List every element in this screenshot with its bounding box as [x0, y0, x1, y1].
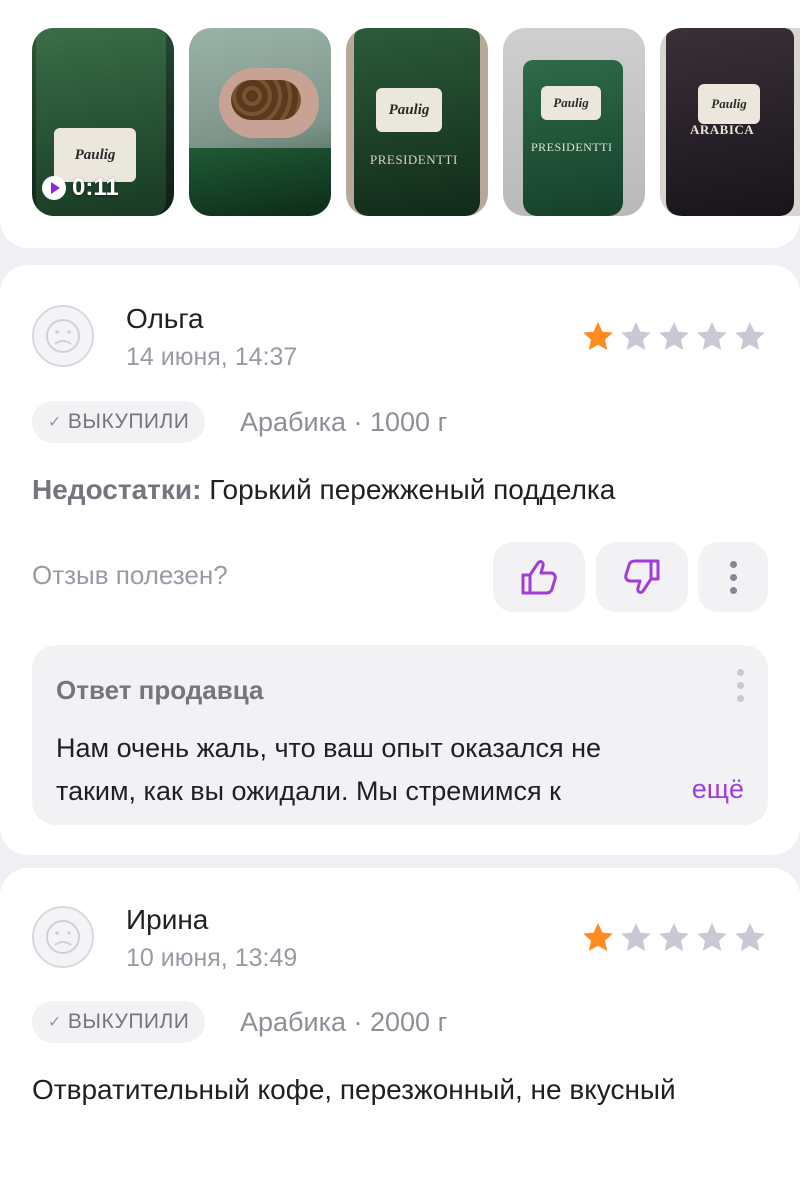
- sad-face-icon: [46, 319, 80, 353]
- dislike-button[interactable]: [596, 542, 688, 612]
- review-date: 14 июня, 14:37: [126, 343, 298, 371]
- star-icon: [735, 923, 765, 951]
- beans-image: [231, 80, 301, 120]
- brand-label: Paulig: [541, 86, 601, 120]
- star-icon: [659, 322, 689, 350]
- product-variant: Арабика · 2000 г: [240, 1007, 448, 1037]
- review-author: Ольга: [126, 303, 204, 334]
- review-author: Ирина: [126, 904, 209, 935]
- check-icon: ✓: [48, 1014, 62, 1031]
- rating-stars: [580, 920, 768, 956]
- rating-stars: [580, 319, 768, 355]
- seller-reply-menu-button[interactable]: [737, 669, 744, 702]
- star-icon: [659, 923, 689, 951]
- sad-face-icon: [46, 920, 80, 954]
- media-thumb-photo[interactable]: Paulig PRESIDENTTI: [503, 28, 645, 216]
- product-variant: Арабика · 1000 г: [240, 407, 448, 437]
- dot: [729, 560, 737, 568]
- brand-label: Paulig: [376, 88, 442, 132]
- dot: [737, 669, 744, 676]
- star-icon: [621, 322, 651, 350]
- open-bag-image: [189, 148, 331, 216]
- play-icon: [42, 176, 66, 200]
- star-icon: [697, 923, 727, 951]
- avatar: [32, 906, 94, 968]
- like-button[interactable]: [493, 542, 585, 612]
- review-text: Недостатки: Горький пережженый подделка: [32, 468, 615, 511]
- dot: [729, 586, 737, 594]
- helpful-question: Отзыв полезен?: [32, 560, 228, 590]
- seller-reply-line: Нам очень жаль, что ваш опыт оказался не: [56, 733, 602, 763]
- review-text-body: Горький пережженый подделка: [209, 474, 616, 505]
- coffee-bag-image: [523, 60, 623, 216]
- video-duration: 0:11: [72, 174, 119, 201]
- product-caption: ARABICA: [690, 122, 755, 137]
- seller-reply-title: Ответ продавца: [56, 675, 264, 705]
- brand-label: Paulig: [698, 84, 760, 124]
- dot: [737, 682, 744, 689]
- product-caption: PRESIDENTTI: [370, 152, 458, 167]
- media-thumb-photo[interactable]: [189, 28, 331, 216]
- star-icon: [621, 923, 651, 951]
- review-card: Ирина 10 июня, 13:49 ✓ ВЫКУПИЛИ Арабика …: [0, 868, 800, 1184]
- media-thumb-photo[interactable]: Paulig ARABICA: [660, 28, 800, 216]
- review-card: Ольга 14 июня, 14:37 ✓ ВЫКУПИЛИ Арабика …: [0, 265, 800, 855]
- video-duration-badge: 0:11: [42, 174, 119, 202]
- seller-reply-line: таким, как вы ожидали. Мы стремимся к: [56, 776, 561, 807]
- star-icon: [735, 322, 765, 350]
- purchased-badge: ✓ ВЫКУПИЛИ: [32, 401, 206, 443]
- purchased-badge-label: ВЫКУПИЛИ: [67, 1010, 190, 1033]
- review-date: 10 июня, 13:49: [126, 944, 298, 972]
- review-text-label: Недостатки:: [32, 474, 202, 505]
- product-caption: PRESIDENTTI: [531, 140, 613, 154]
- thumbs-down-icon: [624, 559, 660, 594]
- purchased-badge: ✓ ВЫКУПИЛИ: [32, 1001, 206, 1043]
- review-text: Отвратительный кофе, перезжонный, не вку…: [32, 1074, 676, 1105]
- show-more-link[interactable]: ещё: [692, 774, 744, 805]
- star-icon: [697, 322, 727, 350]
- star-icon: [583, 322, 613, 350]
- star-icon: [583, 923, 613, 951]
- dot: [729, 573, 737, 581]
- media-gallery: Paulig 0:11 Paulig PRESIDENTTI Paulig PR…: [0, 0, 800, 248]
- more-options-button[interactable]: [698, 542, 768, 612]
- thumbs-up-icon: [521, 560, 557, 595]
- media-thumb-photo[interactable]: Paulig PRESIDENTTI: [346, 28, 488, 216]
- avatar: [32, 305, 94, 367]
- purchased-badge-label: ВЫКУПИЛИ: [67, 410, 190, 433]
- check-icon: ✓: [48, 414, 62, 431]
- seller-reply: Ответ продавца Нам очень жаль, что ваш о…: [32, 645, 768, 825]
- media-thumb-video[interactable]: Paulig 0:11: [32, 28, 174, 216]
- text-fade: [590, 767, 680, 807]
- dot: [737, 695, 744, 702]
